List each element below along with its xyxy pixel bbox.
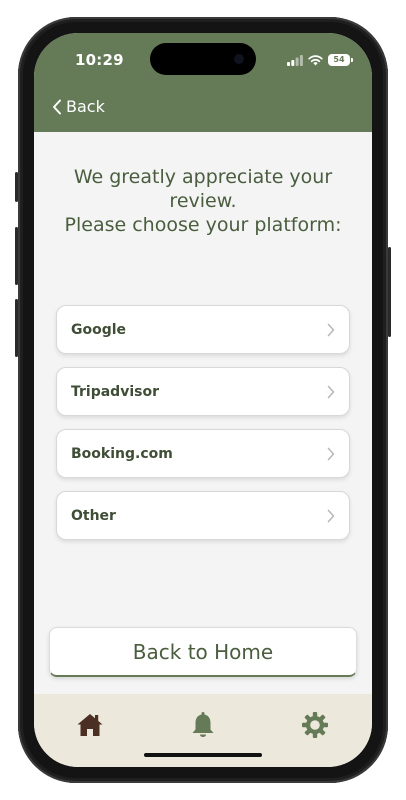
prompt-line: review. (169, 190, 237, 212)
platform-label: Other (71, 507, 116, 524)
wifi-icon (308, 54, 323, 65)
back-to-home-button[interactable]: Back to Home (49, 627, 357, 677)
battery-indicator: 54 (328, 54, 353, 66)
tab-notifications[interactable] (188, 710, 218, 740)
platform-label: Tripadvisor (71, 383, 159, 400)
chevron-right-icon (327, 447, 335, 460)
power-button (388, 247, 391, 337)
bell-icon (192, 712, 214, 737)
action-button (15, 172, 18, 202)
battery-level: 54 (333, 55, 345, 64)
platform-google[interactable]: Google (56, 305, 350, 354)
prompt-line: We greatly appreciate your (73, 166, 333, 188)
status-time: 10:29 (75, 51, 124, 69)
screen: 10:29 54 Back We greatly appreciate your… (34, 33, 372, 767)
chevron-right-icon (327, 385, 335, 398)
review-prompt: We greatly appreciate your review. Pleas… (34, 165, 372, 237)
volume-up-button (15, 227, 18, 285)
header-bar: 10:29 54 Back (34, 33, 372, 132)
gear-icon (302, 712, 328, 738)
back-button-label: Back (66, 97, 105, 116)
chevron-right-icon (327, 509, 335, 522)
camera-icon (234, 54, 244, 64)
platform-booking[interactable]: Booking.com (56, 429, 350, 478)
back-button[interactable]: Back (52, 97, 105, 116)
chevron-left-icon (53, 99, 61, 114)
platform-list: Google Tripadvisor Booking.com Other (56, 305, 350, 553)
chevron-right-icon (327, 323, 335, 336)
home-indicator (144, 753, 262, 757)
platform-other[interactable]: Other (56, 491, 350, 540)
tab-settings[interactable] (300, 710, 330, 740)
prompt-line: Please choose your platform: (64, 214, 342, 236)
tab-bar (34, 694, 372, 767)
platform-tripadvisor[interactable]: Tripadvisor (56, 367, 350, 416)
dynamic-island (150, 43, 256, 75)
volume-down-button (15, 299, 18, 357)
status-icons: 54 (287, 53, 353, 67)
tab-home[interactable] (75, 710, 105, 740)
signal-icon (287, 54, 303, 66)
platform-label: Google (71, 321, 127, 338)
platform-label: Booking.com (71, 445, 173, 462)
home-icon (77, 714, 103, 736)
